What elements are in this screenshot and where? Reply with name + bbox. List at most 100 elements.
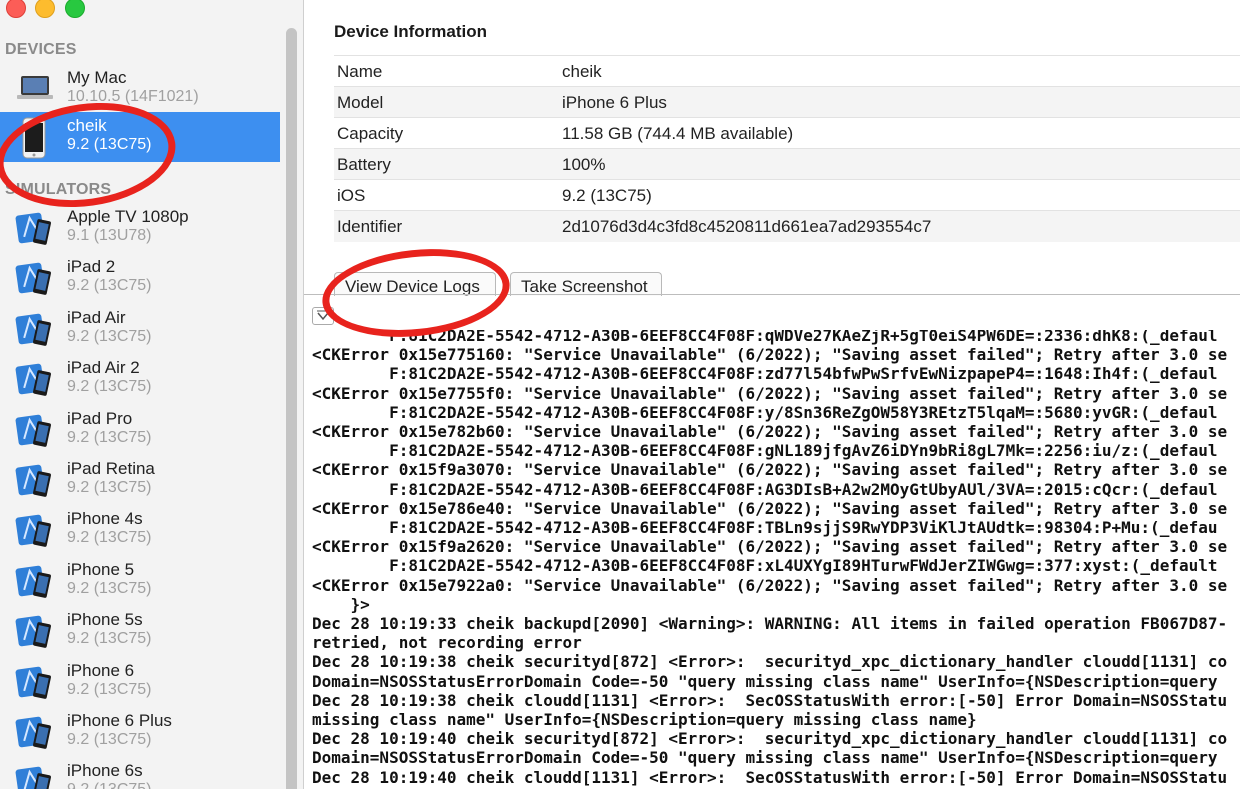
sidebar-item-simulator[interactable]: iPhone 4s 9.2 (13C75) xyxy=(0,505,280,555)
info-label: iOS xyxy=(337,186,366,205)
info-row: iOS 9.2 (13C75) xyxy=(334,179,1240,211)
info-value: 100% xyxy=(562,155,606,174)
simulator-app-icon xyxy=(15,414,51,447)
device-log-console[interactable]: F:81C2DA2E-5542-4712-A30B-6EEF8CC4F08F:q… xyxy=(304,330,1240,789)
log-line: missing class name" UserInfo={NSDescript… xyxy=(312,710,977,729)
window-zoom-button[interactable] xyxy=(65,0,85,18)
sidebar-scrollbar[interactable] xyxy=(286,28,297,789)
sidebar-item-simulator[interactable]: iPhone 5s 9.2 (13C75) xyxy=(0,606,280,656)
info-value: 2d1076d3d4c3fd8c4520811d661ea7ad293554c7 xyxy=(562,217,932,236)
simulator-version: 9.2 (13C75) xyxy=(67,630,152,648)
simulator-version: 9.2 (13C75) xyxy=(67,327,152,345)
simulator-app-icon xyxy=(15,212,51,245)
info-row: Battery 100% xyxy=(334,148,1240,180)
sidebar-item-simulator[interactable]: iPad Air 9.2 (13C75) xyxy=(0,304,280,354)
simulator-name: iPhone 4s xyxy=(67,509,143,529)
log-line: Dec 28 10:19:40 cheik securityd[872] <Er… xyxy=(312,729,1228,749)
simulator-name: iPad Air 2 xyxy=(67,358,140,378)
simulator-version: 9.2 (13C75) xyxy=(67,731,152,748)
info-row: Identifier 2d1076d3d4c3fd8c4520811d661ea7… xyxy=(334,210,1240,242)
simulator-version: 9.1 (13U78) xyxy=(67,227,152,244)
simulator-name: iPhone 6s xyxy=(67,761,143,781)
log-line: <CKError 0x15e7922a0: "Service Unavailab… xyxy=(312,575,1228,595)
device-name: cheik xyxy=(67,116,107,135)
info-label: Model xyxy=(337,93,384,112)
sidebar-item-simulator[interactable]: iPad 2 9.2 (13C75) xyxy=(0,253,280,303)
log-line: retried, not recording error xyxy=(312,633,582,653)
log-line: Dec 28 10:19:38 cheik cloudd[1131] <Erro… xyxy=(312,690,1228,710)
simulator-version: 9.2 (13C75) xyxy=(67,579,152,597)
info-label: Name xyxy=(337,62,383,81)
simulator-app-icon xyxy=(15,767,51,789)
sidebar-item-simulator[interactable]: Apple TV 1080p 9.1 (13U78) xyxy=(0,203,280,253)
sidebar-item-simulator[interactable]: iPad Pro 9.2 (13C75) xyxy=(0,405,280,455)
simulator-name: iPad Retina xyxy=(67,459,155,478)
take-screenshot-button[interactable]: Take Screenshot xyxy=(510,272,662,296)
simulator-version: 9.2 (13C75) xyxy=(67,680,152,698)
filter-dropdown-button[interactable] xyxy=(312,307,334,325)
device-version: 9.2 (13C75) xyxy=(67,136,152,153)
log-line: Dec 28 10:19:40 cheik cloudd[1131] <Erro… xyxy=(312,767,1228,787)
log-line: F:81C2DA2E-5542-4712-A30B-6EEF8CC4F08F:q… xyxy=(312,330,1218,345)
info-value: cheik xyxy=(562,62,602,81)
info-label: Capacity xyxy=(337,124,404,143)
sidebar-item-simulator[interactable]: iPad Air 2 9.2 (13C75) xyxy=(0,354,280,404)
sidebar-item-cheik[interactable]: cheik 9.2 (13C75) xyxy=(0,112,280,162)
window-close-button[interactable] xyxy=(6,0,26,18)
log-line: <CKError 0x15e786e40: "Service Unavailab… xyxy=(312,498,1228,518)
sidebar-item-simulator[interactable]: iPhone 6 9.2 (13C75) xyxy=(0,657,280,707)
log-line: F:81C2DA2E-5542-4712-A30B-6EEF8CC4F08F:y… xyxy=(312,402,1218,422)
device-version: 10.10.5 (14F1021) xyxy=(67,88,199,105)
log-line: F:81C2DA2E-5542-4712-A30B-6EEF8CC4F08F:A… xyxy=(312,479,1218,499)
log-line: Dec 28 10:19:38 cheik securityd[872] <Er… xyxy=(312,652,1228,672)
simulator-name: iPad Air xyxy=(67,307,126,327)
divider xyxy=(304,294,1240,295)
simulator-name: iPhone 5 xyxy=(67,559,135,579)
simulator-name: Apple TV 1080p xyxy=(67,207,189,226)
simulator-version: 9.2 (13C75) xyxy=(67,781,152,789)
simulator-app-icon xyxy=(15,363,51,397)
sidebar-item-simulator[interactable]: iPhone 5 9.2 (13C75) xyxy=(0,556,280,606)
laptop-icon xyxy=(17,76,53,99)
simulator-version: 9.2 (13C75) xyxy=(67,529,152,547)
info-row: Model iPhone 6 Plus xyxy=(334,86,1240,118)
log-line: <CKError 0x15f9a3070: "Service Unavailab… xyxy=(312,460,1228,480)
info-row: Capacity 11.58 GB (744.4 MB available) xyxy=(334,117,1240,149)
main-panel: Device Information Name cheik Model iPhone … xyxy=(304,0,1240,789)
info-value: iPhone 6 Plus xyxy=(562,93,667,112)
simulator-name: iPhone 6 xyxy=(67,660,135,680)
log-line: Dec 28 10:19:33 cheik backupd[2090] <War… xyxy=(312,614,1228,633)
info-value: 11.58 GB (744.4 MB available) xyxy=(562,124,794,143)
info-row: Name cheik xyxy=(334,55,1240,87)
log-line: }> xyxy=(312,594,370,614)
log-line: F:81C2DA2E-5542-4712-A30B-6EEF8CC4F08F:x… xyxy=(312,556,1218,576)
log-line: <CKError 0x15e782b60: "Service Unavailab… xyxy=(312,422,1228,441)
device-name: My Mac xyxy=(67,68,127,87)
simulator-name: iPad 2 xyxy=(67,257,116,277)
info-value: 9.2 (13C75) xyxy=(562,186,652,205)
sidebar-item-my-mac[interactable]: My Mac 10.10.5 (14F1021) xyxy=(0,64,280,114)
sidebar-item-simulator[interactable]: iPad Retina 9.2 (13C75) xyxy=(0,455,280,505)
sidebar-item-simulator[interactable]: iPhone 6s9.2 (13C75) xyxy=(0,757,280,789)
log-line: <CKError 0x15e775160: "Service Unavailab… xyxy=(312,345,1228,365)
view-device-logs-button[interactable]: View Device Logs xyxy=(334,272,496,296)
simulator-name: iPhone 5s xyxy=(67,610,143,630)
simulator-version: 9.2 (13C75) xyxy=(67,479,152,496)
devices-header: DEVICES xyxy=(5,41,77,58)
log-line: <CKError 0x15f9a2620: "Service Unavailab… xyxy=(312,537,1228,557)
sidebar-item-simulator[interactable]: iPhone 6 Plus 9.2 (13C75) xyxy=(0,707,280,757)
simulator-app-icon xyxy=(15,464,51,497)
device-info-title: Device Information xyxy=(334,22,488,41)
simulator-app-icon xyxy=(15,716,51,749)
window-minimize-button[interactable] xyxy=(35,0,55,18)
chevron-down-icon xyxy=(317,310,329,321)
simulator-app-icon xyxy=(15,263,51,296)
simulator-app-icon xyxy=(15,666,51,699)
iphone-icon xyxy=(22,117,46,159)
simulator-name: iPad Pro xyxy=(67,408,133,428)
log-line: F:81C2DA2E-5542-4712-A30B-6EEF8CC4F08F:T… xyxy=(312,518,1218,537)
simulator-version: 9.2 (13C75) xyxy=(67,378,152,396)
simulator-app-icon xyxy=(15,313,51,346)
simulator-app-icon xyxy=(15,565,51,598)
simulators-header: SIMULATORS xyxy=(5,181,112,198)
